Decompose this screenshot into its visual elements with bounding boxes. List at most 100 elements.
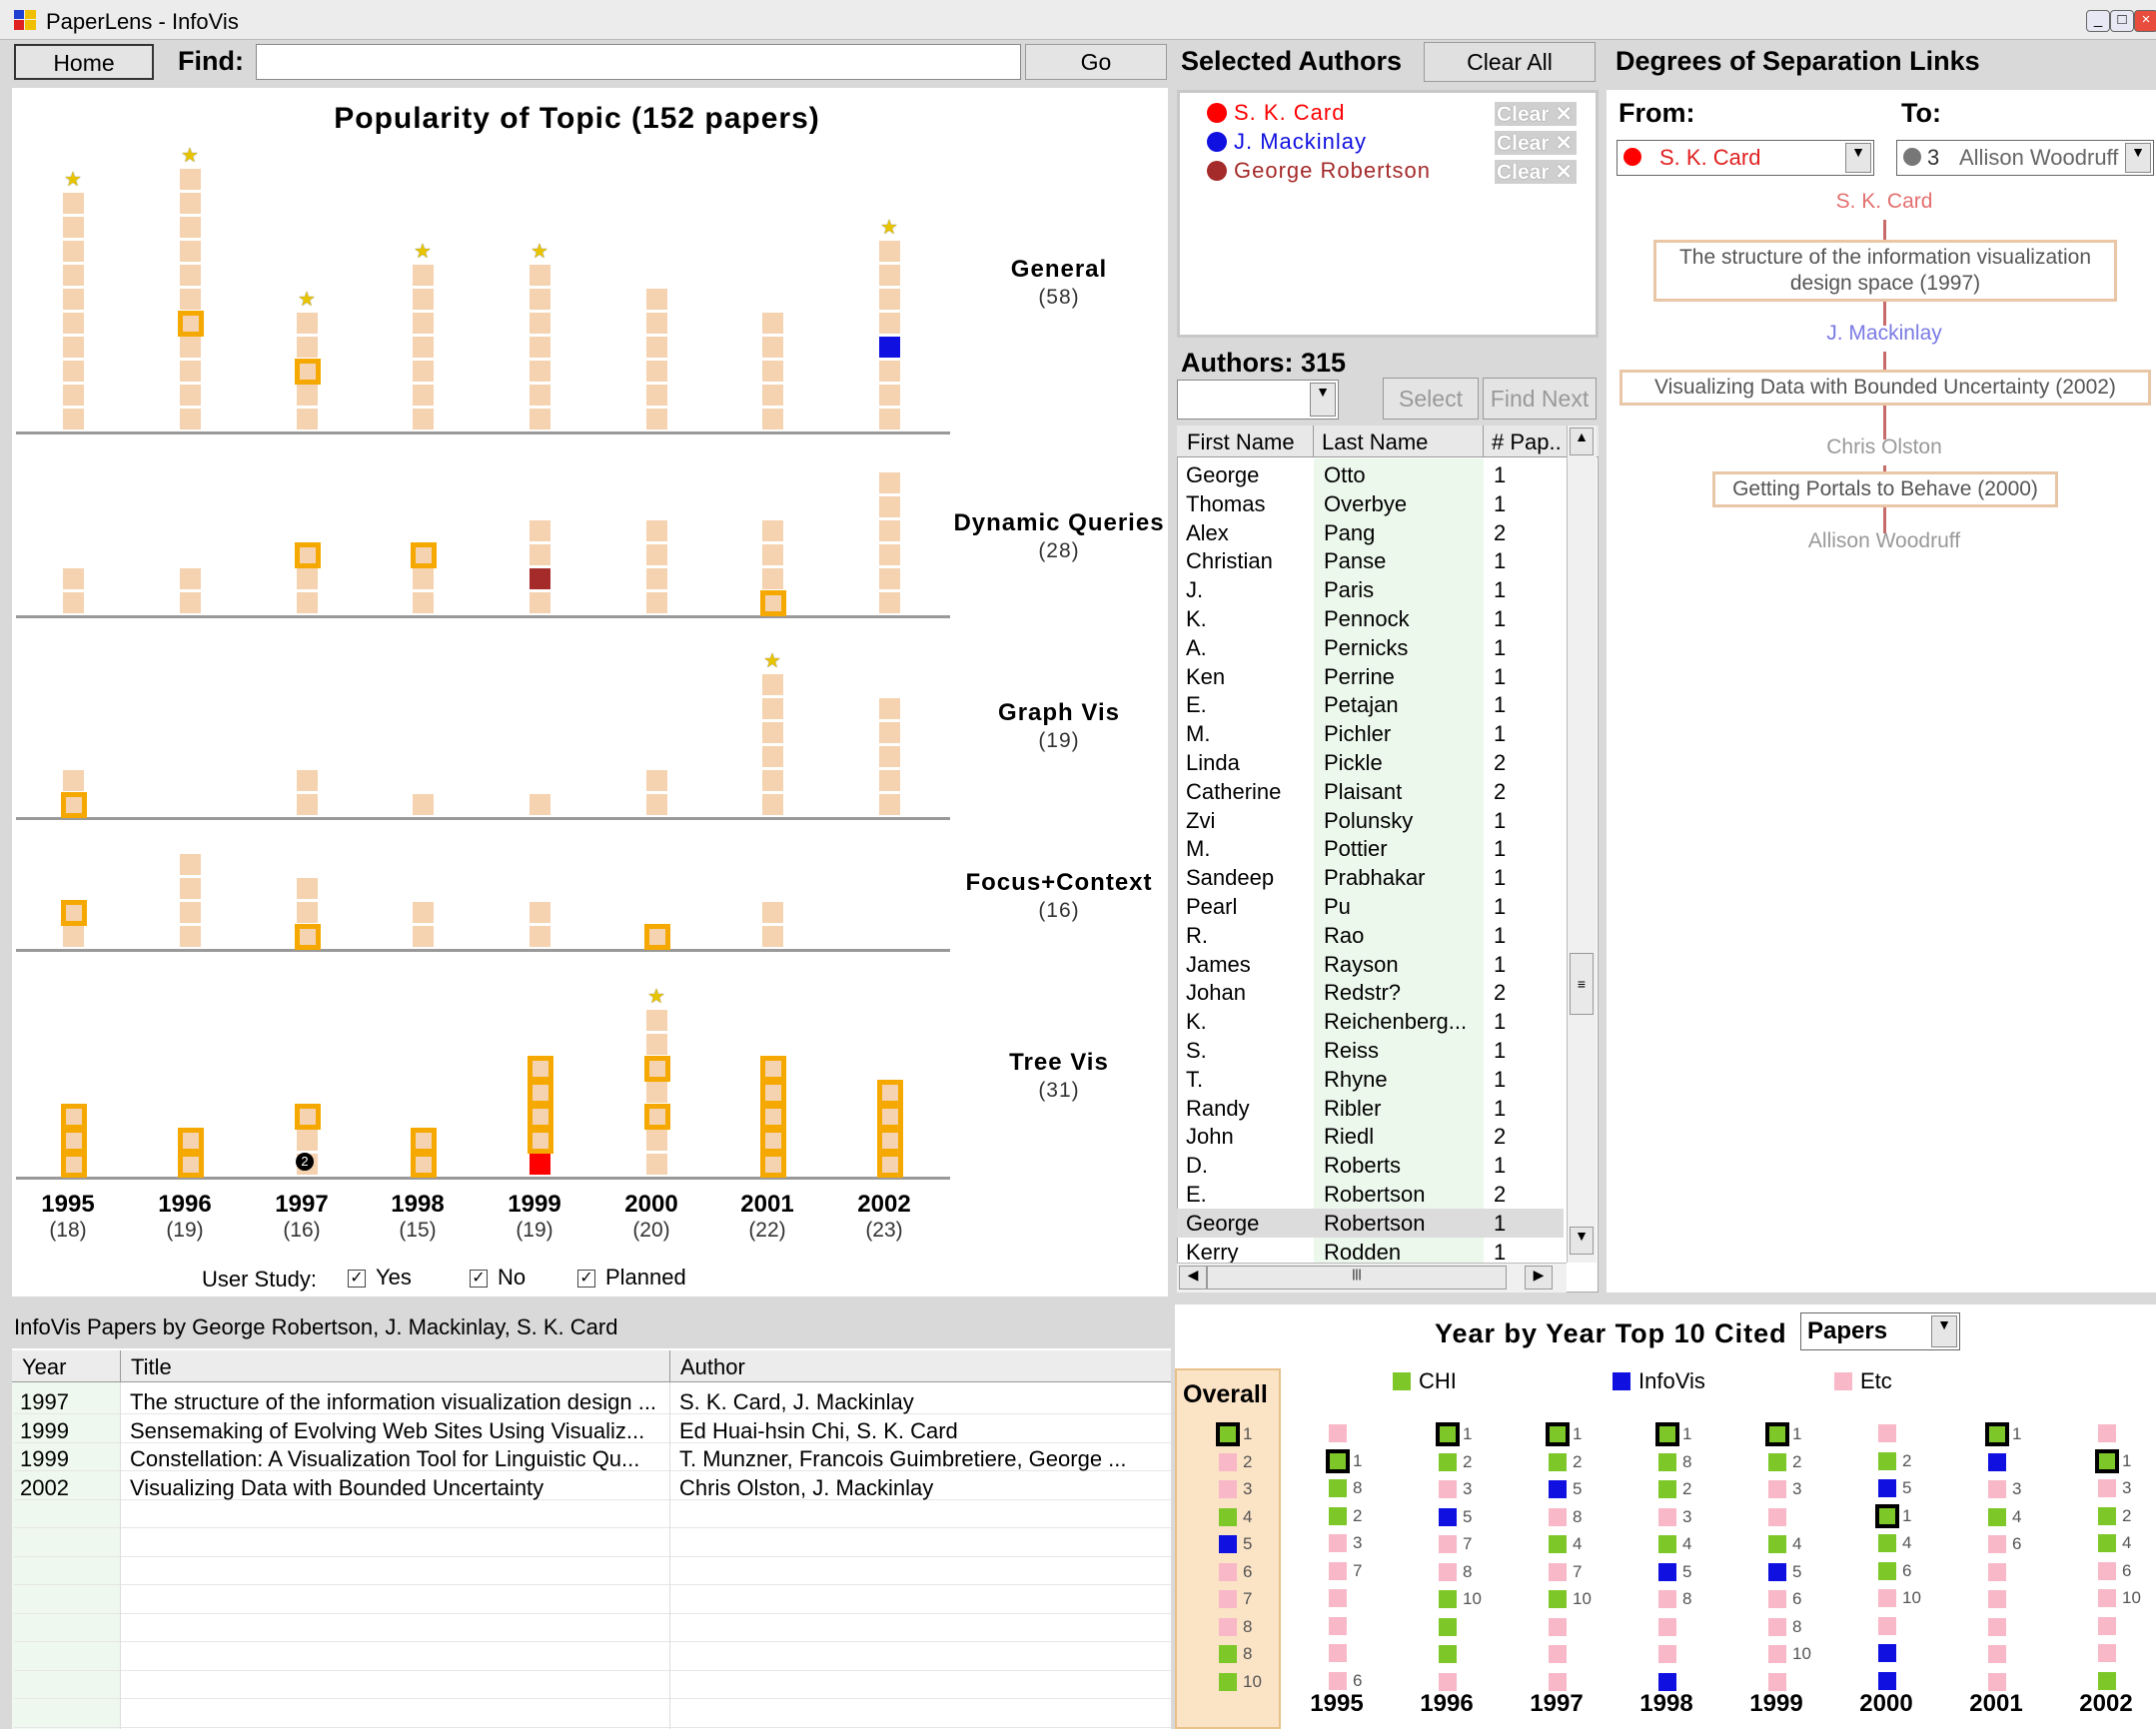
paper-square[interactable] — [63, 770, 84, 791]
cited-paper[interactable] — [1439, 1617, 1457, 1636]
paper-square[interactable] — [646, 337, 667, 358]
cited-paper[interactable] — [1658, 1617, 1676, 1636]
user-study-option[interactable]: ✓ No — [470, 1265, 526, 1291]
paper-square[interactable] — [879, 361, 900, 382]
authors-vscrollbar[interactable]: ▲ ≡ ▼ — [1567, 426, 1597, 1263]
cited-paper-selected[interactable] — [1436, 1422, 1460, 1446]
cited-paper[interactable] — [1439, 1507, 1457, 1526]
paper-square[interactable] — [528, 1080, 553, 1106]
cited-paper[interactable] — [1549, 1590, 1567, 1608]
paper-square[interactable] — [528, 1128, 553, 1154]
scroll-up-icon[interactable]: ▲ — [1570, 428, 1594, 455]
paper-square[interactable] — [297, 878, 318, 899]
cited-paper[interactable] — [2098, 1534, 2116, 1552]
author-row[interactable]: Thomas Overbye 1 — [1177, 489, 1564, 518]
paper-square[interactable] — [879, 385, 900, 406]
cited-paper[interactable] — [1219, 1645, 1237, 1663]
author-row[interactable]: James Rayson 1 — [1177, 950, 1564, 979]
minimize-icon[interactable]: _ — [2086, 10, 2110, 32]
paper-square[interactable] — [530, 289, 550, 310]
cited-paper[interactable] — [2098, 1561, 2116, 1580]
author-row[interactable]: M. Pottier 1 — [1177, 834, 1564, 863]
paper-square[interactable] — [646, 289, 667, 310]
paper-square[interactable] — [762, 568, 783, 589]
paper-square[interactable] — [762, 770, 783, 791]
paper-square[interactable] — [762, 520, 783, 541]
clear-author-button[interactable]: Clear ✕ — [1495, 102, 1577, 126]
paper-square[interactable] — [760, 1080, 786, 1106]
cited-paper[interactable] — [1219, 1535, 1237, 1553]
cited-paper-selected[interactable] — [1875, 1503, 1899, 1528]
paper-square[interactable] — [297, 592, 318, 613]
cited-paper[interactable] — [2098, 1644, 2116, 1662]
paper-square[interactable] — [63, 337, 84, 358]
author-row[interactable]: Linda Pickle 2 — [1177, 748, 1564, 777]
cited-paper[interactable] — [1329, 1589, 1347, 1607]
paper-square[interactable] — [646, 794, 667, 815]
paper-square[interactable] — [646, 568, 667, 589]
cited-paper[interactable] — [1439, 1590, 1457, 1608]
paper-square[interactable] — [879, 265, 900, 286]
paper-square[interactable] — [178, 1152, 204, 1178]
paper-square[interactable] — [63, 409, 84, 430]
paper-square[interactable] — [879, 722, 900, 743]
cited-paper[interactable] — [2098, 1506, 2116, 1525]
paper-square[interactable] — [411, 1152, 437, 1178]
paper-square[interactable] — [528, 1056, 553, 1082]
cited-paper[interactable] — [1549, 1452, 1567, 1471]
paper-square[interactable] — [530, 592, 550, 613]
paper-square[interactable] — [879, 520, 900, 541]
paper-square[interactable] — [180, 878, 201, 899]
paper-square[interactable] — [61, 1128, 87, 1154]
paper-square[interactable] — [646, 592, 667, 613]
author-row[interactable]: S. Reiss 1 — [1177, 1036, 1564, 1065]
cited-paper[interactable] — [2098, 1479, 2116, 1497]
paper-square[interactable] — [63, 193, 84, 214]
paper-square[interactable] — [63, 568, 84, 589]
clear-author-button[interactable]: Clear ✕ — [1495, 160, 1577, 184]
find-next-button[interactable]: Find Next — [1483, 378, 1597, 420]
paper-square[interactable] — [180, 568, 201, 589]
paper-square[interactable] — [295, 359, 321, 385]
cited-paper[interactable] — [1329, 1479, 1347, 1497]
author-row[interactable]: George Robertson 1 — [1177, 1208, 1564, 1238]
scroll-down-icon[interactable]: ▼ — [1570, 1227, 1594, 1255]
paper-square[interactable] — [646, 409, 667, 430]
paper-square[interactable] — [530, 568, 550, 589]
cited-paper[interactable] — [1219, 1480, 1237, 1498]
cited-paper[interactable] — [1878, 1644, 1896, 1662]
find-input[interactable] — [256, 44, 1021, 80]
paper-square[interactable] — [762, 794, 783, 815]
authors-hscrollbar[interactable]: ◀ ||| ▶ — [1177, 1263, 1567, 1293]
cited-paper[interactable] — [1878, 1424, 1896, 1442]
paper-square[interactable] — [180, 926, 201, 947]
top-cited-mode-dropdown[interactable]: Papers ▼ — [1800, 1312, 1960, 1350]
chevron-down-icon[interactable]: ▼ — [1845, 143, 1871, 173]
paper-square[interactable] — [646, 520, 667, 541]
author-row[interactable]: Pearl Pu 1 — [1177, 892, 1564, 921]
cited-paper[interactable] — [1988, 1645, 2006, 1663]
paper-square[interactable] — [877, 1080, 903, 1106]
cited-paper[interactable] — [1549, 1507, 1567, 1526]
chain-author[interactable]: J. Mackinlay — [1704, 322, 2064, 346]
paper-square[interactable] — [530, 313, 550, 334]
paper-square[interactable] — [879, 770, 900, 791]
cited-paper[interactable] — [1768, 1645, 1786, 1663]
cited-paper[interactable] — [1658, 1507, 1676, 1526]
cited-paper[interactable] — [1439, 1562, 1457, 1581]
paper-square[interactable] — [762, 698, 783, 719]
paper-square[interactable] — [61, 1152, 87, 1178]
paper-row[interactable]: 1997 The structure of the information vis… — [14, 1386, 1171, 1414]
paper-square[interactable] — [178, 1128, 204, 1154]
paper-square[interactable] — [760, 1056, 786, 1082]
paper-square[interactable] — [180, 241, 201, 262]
paper-square[interactable] — [760, 590, 786, 616]
cited-paper[interactable] — [1878, 1451, 1896, 1470]
author-row[interactable]: Christian Panse 1 — [1177, 546, 1564, 575]
author-row[interactable]: D. Roberts 1 — [1177, 1151, 1564, 1180]
paper-square[interactable] — [530, 544, 550, 565]
paper-square[interactable] — [297, 385, 318, 406]
paper-square[interactable] — [762, 409, 783, 430]
selected-author-name[interactable]: S. K. Card — [1234, 100, 1345, 126]
paper-square[interactable] — [63, 265, 84, 286]
